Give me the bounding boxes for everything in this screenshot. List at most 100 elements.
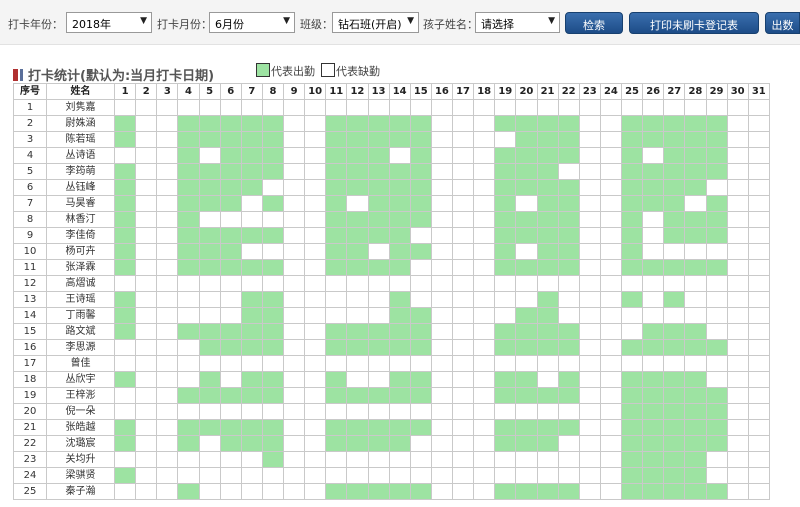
attendance-cell-absent <box>494 131 517 148</box>
attendance-cell-absent <box>642 99 665 116</box>
header-day: 23 <box>578 83 601 100</box>
attendance-cell-absent <box>282 419 306 436</box>
attendance-cell-present <box>240 147 263 164</box>
attendance-cell-absent <box>135 131 158 148</box>
attendance-cell-absent <box>747 339 770 356</box>
child-select-value: 请选择 <box>481 18 514 31</box>
attendance-cell-absent <box>304 403 327 420</box>
attendance-cell-absent <box>198 275 221 292</box>
attendance-cell-present <box>620 227 644 244</box>
filter-bar: 打卡年份： 2018年 ▼ 打卡月份： 6月份 ▼ 班级： 钻石班(开启) ▼ … <box>0 0 800 45</box>
attendance-cell-absent <box>219 451 242 468</box>
attendance-cell-absent <box>494 307 517 324</box>
attendance-cell-absent <box>304 115 327 132</box>
attendance-cell-absent <box>705 291 728 308</box>
attendance-cell-absent <box>346 467 369 484</box>
table-row: 25 秦子瀚 <box>13 483 770 500</box>
year-select-value: 2018年 <box>72 18 111 31</box>
header-day: 28 <box>684 83 707 100</box>
attendance-cell-absent <box>451 323 475 340</box>
print-button[interactable]: 打印未刷卡登记表 <box>629 12 759 34</box>
attendance-cell-absent <box>599 307 623 324</box>
attendance-cell-present <box>113 227 137 244</box>
attendance-cell-absent <box>578 115 601 132</box>
table-row: 6 丛钰峰 <box>13 179 770 196</box>
attendance-cell-present <box>219 419 242 436</box>
attendance-cell-absent <box>599 163 623 180</box>
attendance-cell-absent <box>705 243 728 260</box>
attendance-cell-present <box>388 339 411 356</box>
attendance-cell-present <box>240 131 263 148</box>
table-row: 18 丛欣宇 <box>13 371 770 388</box>
attendance-cell-present <box>325 227 348 244</box>
table-row: 16 李思源 <box>13 339 770 356</box>
attendance-cell-present <box>367 483 390 500</box>
attendance-cell-present <box>177 387 200 404</box>
section-title: 打卡统计(默认为:当月打卡日期) <box>13 65 214 84</box>
attendance-cell-present <box>346 163 369 180</box>
attendance-cell-present <box>536 163 559 180</box>
legend-present: 代表出勤 <box>256 63 315 79</box>
attendance-cell-absent <box>451 227 475 244</box>
attendance-cell-absent <box>304 339 327 356</box>
attendance-cell-absent <box>747 179 770 196</box>
attendance-cell-present <box>663 483 686 500</box>
attendance-cell-absent <box>430 179 454 196</box>
attendance-cell-present <box>409 163 432 180</box>
attendance-cell-absent <box>599 211 623 228</box>
attendance-cell-absent <box>747 163 770 180</box>
attendance-cell-present <box>113 419 137 436</box>
row-name: 路文斌 <box>46 323 115 340</box>
attendance-cell-present <box>219 163 242 180</box>
class-select[interactable]: 钻石班(开启) ▼ <box>332 12 419 33</box>
attendance-cell-present <box>177 243 200 260</box>
year-select[interactable]: 2018年 ▼ <box>66 12 152 33</box>
attendance-cell-absent <box>726 467 749 484</box>
attendance-cell-present <box>261 307 285 324</box>
attendance-cell-absent <box>282 115 306 132</box>
attendance-cell-absent <box>451 147 475 164</box>
attendance-cell-absent <box>473 211 496 228</box>
attendance-cell-present <box>642 195 665 212</box>
attendance-cell-absent <box>240 451 263 468</box>
attendance-cell-present <box>388 371 411 388</box>
attendance-cell-absent <box>282 163 306 180</box>
attendance-cell-absent <box>113 275 137 292</box>
attendance-cell-absent <box>304 211 327 228</box>
attendance-cell-present <box>684 371 707 388</box>
attendance-cell-absent <box>135 323 158 340</box>
attendance-cell-absent <box>346 403 369 420</box>
attendance-cell-absent <box>473 435 496 452</box>
attendance-cell-absent <box>367 275 390 292</box>
attendance-cell-absent <box>747 355 770 372</box>
attendance-cell-absent <box>684 307 707 324</box>
legend-absent: 代表缺勤 <box>321 63 380 79</box>
attendance-cell-present <box>261 339 285 356</box>
attendance-cell-present <box>663 131 686 148</box>
attendance-cell-absent <box>599 99 623 116</box>
attendance-cell-absent <box>135 211 158 228</box>
attendance-cell-present <box>113 371 137 388</box>
attendance-cell-present <box>219 387 242 404</box>
table-header-row: 序号 姓名 1 2 3 4 5 6 7 8 9 10 11 12 13 14 15 16 17 18 19 20 21 2… <box>13 83 770 100</box>
attendance-cell-absent <box>409 275 432 292</box>
child-select[interactable]: 请选择 ▼ <box>475 12 560 33</box>
export-button[interactable]: 出数 <box>765 12 800 34</box>
attendance-cell-absent <box>325 403 348 420</box>
row-seq: 23 <box>13 451 47 468</box>
attendance-cell-absent <box>156 435 179 452</box>
attendance-cell-absent <box>156 179 179 196</box>
month-select[interactable]: 6月份 ▼ <box>209 12 295 33</box>
attendance-cell-absent <box>430 467 454 484</box>
attendance-cell-absent <box>599 435 623 452</box>
attendance-cell-absent <box>156 211 179 228</box>
attendance-cell-absent <box>726 259 749 276</box>
header-day: 30 <box>726 83 749 100</box>
table-row: 3 陈若瑶 <box>13 131 770 148</box>
attendance-cell-absent <box>578 371 601 388</box>
search-button[interactable]: 检索 <box>565 12 623 34</box>
attendance-cell-present <box>684 131 707 148</box>
attendance-cell-present <box>557 115 580 132</box>
attendance-cell-absent <box>473 323 496 340</box>
attendance-cell-present <box>177 227 200 244</box>
